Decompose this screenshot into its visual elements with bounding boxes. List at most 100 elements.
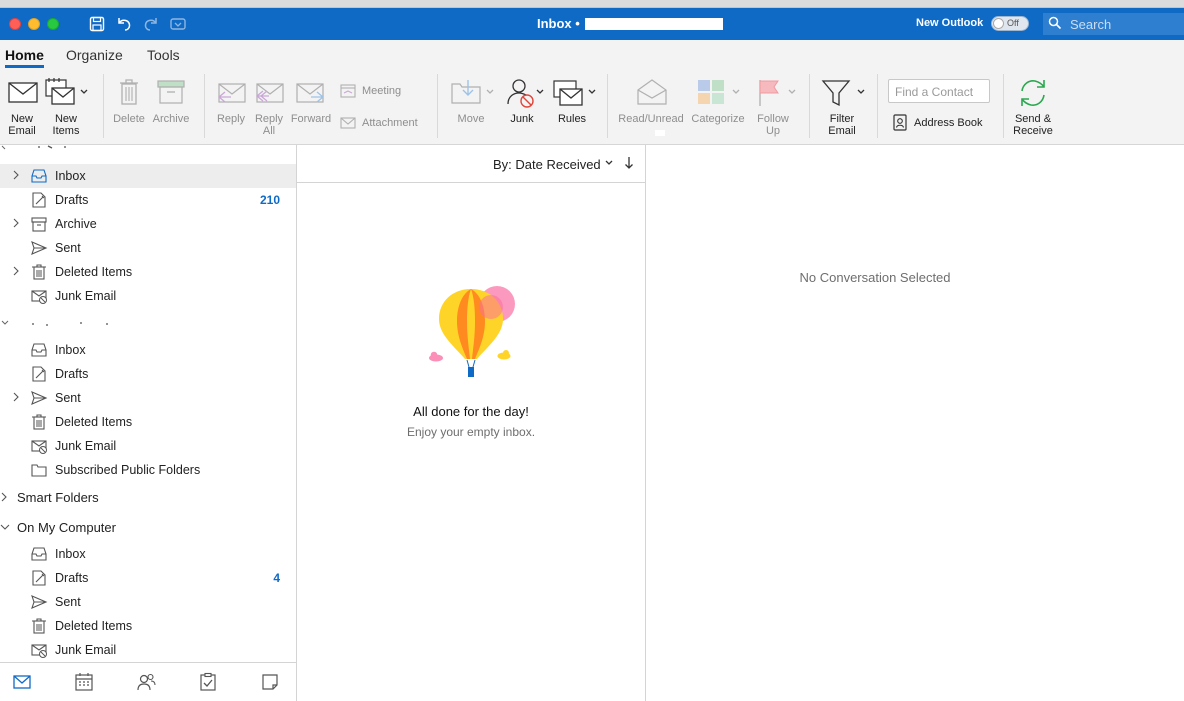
reply-label: Reply [216, 113, 246, 125]
folder-sent[interactable]: Sent [0, 590, 296, 614]
folder-label: Sent [55, 391, 81, 405]
minimize-window-button[interactable] [28, 18, 40, 30]
chevron-right-icon[interactable] [0, 492, 10, 502]
search-input[interactable]: Search [1043, 13, 1184, 35]
move-button[interactable]: Move [448, 68, 496, 145]
new-items-label-2: Items [52, 125, 80, 137]
account-header-partial [1, 145, 66, 150]
folder-label: Subscribed Public Folders [55, 463, 201, 477]
chevron-down-icon [732, 89, 740, 94]
send-receive-label-1: Send & [1014, 113, 1052, 125]
folder-drafts[interactable]: Drafts [0, 362, 296, 386]
new-outlook-toggle[interactable]: Off [991, 16, 1029, 31]
folder-drafts[interactable]: Drafts 4 [0, 566, 296, 590]
folder-junk-email[interactable]: Junk Email [0, 284, 296, 308]
junk-icon [31, 290, 47, 304]
categorize-button[interactable]: Categorize [689, 68, 747, 145]
folder-drafts[interactable]: Drafts 210 [0, 188, 296, 212]
meeting-label: Meeting [362, 85, 402, 97]
folder-icon [31, 464, 47, 477]
folder-inbox[interactable]: Inbox [0, 542, 296, 566]
folder-sent[interactable]: Sent [0, 236, 296, 260]
attachment-button[interactable]: Attachment [338, 113, 428, 135]
forward-button[interactable]: Forward [288, 68, 334, 145]
rules-button[interactable]: Rules [550, 68, 598, 145]
folder-deleted-items[interactable]: Deleted Items [0, 260, 296, 284]
address-book-button[interactable]: Address Book [890, 112, 990, 134]
chevron-right-icon[interactable] [11, 266, 21, 276]
calendar-icon[interactable] [74, 672, 94, 692]
empty-state-title: All done for the day! [413, 404, 529, 419]
unread-count: 4 [273, 571, 280, 585]
reply-button[interactable]: Reply [212, 68, 250, 145]
filter-icon [821, 80, 851, 107]
zoom-window-button[interactable] [47, 18, 59, 30]
save-icon[interactable] [88, 15, 106, 33]
ribbon-separator [1003, 74, 1004, 138]
folder-archive[interactable]: Archive [0, 212, 296, 236]
read-unread-button[interactable]: Read/Unread [616, 68, 686, 145]
junk-button[interactable]: Junk [502, 68, 546, 145]
window-title: Inbox • [537, 16, 580, 31]
folder-pane: Inbox Drafts 210 Archive Sent Deleted It… [0, 145, 297, 662]
folder-inbox[interactable]: Inbox [0, 338, 296, 362]
print-icon[interactable] [169, 15, 187, 33]
inbox-icon [31, 547, 47, 561]
notes-icon[interactable] [260, 672, 280, 692]
redo-icon[interactable] [142, 15, 160, 33]
read-unread-icon [637, 79, 667, 105]
tab-tools[interactable]: Tools [147, 47, 180, 63]
tasks-icon[interactable] [198, 672, 218, 692]
smart-folders-group[interactable]: Smart Folders [0, 484, 296, 510]
folder-label: Junk Email [55, 439, 117, 453]
meeting-button[interactable]: Meeting [338, 81, 408, 103]
undo-icon[interactable] [115, 15, 133, 33]
archive-button[interactable]: Archive [150, 68, 192, 145]
chevron-right-icon[interactable] [11, 170, 21, 180]
on-my-computer-group[interactable]: On My Computer [0, 514, 296, 540]
ribbon-tabs: Home Organize Tools [0, 40, 1184, 68]
chevron-down-icon[interactable] [0, 522, 10, 532]
read-unread-label: Read/Unread [618, 113, 684, 125]
reply-all-button[interactable]: Reply All [252, 68, 286, 145]
chevron-right-icon[interactable] [11, 218, 21, 228]
folder-subscribed-public-folders[interactable]: Subscribed Public Folders [0, 458, 296, 482]
ribbon-separator [437, 74, 438, 138]
mail-icon[interactable] [12, 672, 32, 692]
chevron-right-icon[interactable] [11, 392, 21, 402]
folder-sent[interactable]: Sent [0, 386, 296, 410]
sort-by-dropdown[interactable]: By: Date Received [493, 157, 601, 172]
folder-junk-email[interactable]: Junk Email [0, 434, 296, 458]
follow-up-button[interactable]: Follow Up [751, 68, 799, 145]
folder-deleted-items[interactable]: Deleted Items [0, 410, 296, 434]
categorize-icon [698, 80, 724, 104]
new-items-button[interactable]: New Items [44, 68, 90, 145]
send-receive-button[interactable]: Send & Receive [1010, 68, 1056, 145]
folder-deleted-items[interactable]: Deleted Items [0, 614, 296, 638]
find-contact-input[interactable]: Find a Contact [888, 79, 990, 103]
module-switcher [0, 662, 297, 701]
chevron-down-icon [788, 89, 796, 94]
close-window-button[interactable] [9, 18, 21, 30]
sort-bar: By: Date Received [297, 145, 645, 183]
tab-home[interactable]: Home [5, 47, 44, 63]
filter-email-button[interactable]: Filter Email [818, 68, 868, 145]
follow-up-label-2: Up [765, 125, 781, 137]
chevron-down-icon[interactable] [605, 159, 613, 167]
folder-junk-email[interactable]: Junk Email [0, 638, 296, 662]
chevron-down-icon [857, 89, 865, 94]
ribbon-separator [877, 74, 878, 138]
drafts-icon [32, 366, 46, 382]
new-email-button[interactable]: New Email [4, 68, 40, 145]
folder-label: Drafts [55, 193, 89, 207]
reply-all-label-1: Reply [254, 113, 284, 125]
folder-inbox[interactable]: Inbox [0, 164, 296, 188]
meeting-icon [340, 84, 356, 98]
folder-label: Drafts [55, 367, 89, 381]
folder-label: Sent [55, 241, 81, 255]
people-icon[interactable] [136, 672, 156, 692]
drafts-icon [32, 192, 46, 208]
tab-organize[interactable]: Organize [66, 47, 123, 63]
sort-direction-icon[interactable] [624, 156, 634, 170]
delete-button[interactable]: Delete [110, 68, 148, 145]
